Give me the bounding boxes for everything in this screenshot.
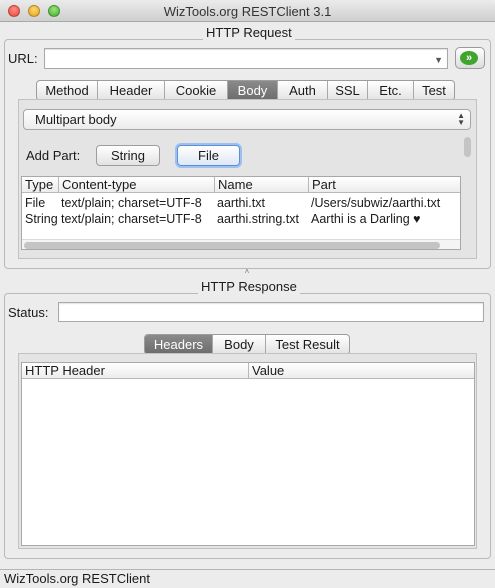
title-bar: WizTools.org RESTClient 3.1 [0,0,495,22]
tab-method[interactable]: Method [37,81,98,100]
add-file-part-button[interactable]: File [177,145,240,166]
status-bar: WizTools.org RESTClient [0,569,495,588]
tab-etc[interactable]: Etc. [368,81,414,100]
chevron-down-icon[interactable]: ▼ [434,55,443,65]
add-part-label: Add Part: [26,148,81,163]
url-combobox[interactable]: ▼ [44,48,448,69]
tab-test-result[interactable]: Test Result [266,335,349,354]
tab-ssl[interactable]: SSL [328,81,368,100]
request-tabs: Method Header Cookie Body Auth SSL Etc. … [36,80,455,101]
tab-body[interactable]: Body [228,81,278,100]
column-header-type[interactable]: Type [22,177,59,193]
column-header-value[interactable]: Value [249,363,474,379]
cell-name: aarthi.txt [217,196,265,210]
add-string-part-button[interactable]: String [96,145,160,166]
response-headers-table-header: HTTP Header Value [22,363,474,379]
up-down-arrows-icon: ▲ ▼ [457,111,465,127]
response-tabs: Headers Body Test Result [144,334,350,355]
scrollbar-thumb[interactable] [24,242,440,249]
url-input[interactable] [47,50,427,67]
column-header-part[interactable]: Part [309,177,460,193]
cell-name: aarthi.string.txt [217,212,299,226]
status-bar-text: WizTools.org RESTClient [4,571,150,586]
status-field [58,302,484,322]
tab-auth[interactable]: Auth [278,81,328,100]
body-type-value: Multipart body [35,112,117,127]
response-headers-table: HTTP Header Value [21,362,475,546]
cell-content-type: text/plain; charset=UTF-8 [61,196,202,210]
cell-type: File [25,196,46,210]
column-header-content-type[interactable]: Content-type [59,177,215,193]
column-header-http-header[interactable]: HTTP Header [22,363,249,379]
cell-part: /Users/subwiz/aarthi.txt [311,196,441,210]
tab-test[interactable]: Test [414,81,454,100]
tab-headers[interactable]: Headers [145,335,213,354]
cell-type: String [25,212,58,226]
cell-part: Aarthi is a Darling ♥ [311,212,421,226]
column-header-name[interactable]: Name [215,177,309,193]
status-label: Status: [8,305,49,320]
window-title: WizTools.org RESTClient 3.1 [163,4,332,19]
double-chevron-right-icon: » [460,51,478,65]
url-label: URL: [8,51,38,66]
scrollbar-thumb[interactable] [464,137,471,157]
tab-header[interactable]: Header [98,81,165,100]
cell-content-type: text/plain; charset=UTF-8 [61,212,202,226]
http-request-title: HTTP Request [203,25,295,40]
parts-horizontal-scrollbar[interactable] [22,239,460,249]
split-divider-grip-icon[interactable]: ˄ [243,268,251,276]
body-type-select[interactable]: Multipart body ▲ ▼ [23,109,471,130]
go-button[interactable]: » [455,47,485,69]
tab-cookie[interactable]: Cookie [165,81,228,100]
http-response-title: HTTP Response [198,279,300,294]
parts-vertical-scrollbar[interactable] [463,135,473,245]
parts-table-header: Type Content-type Name Part [22,177,460,193]
tab-response-body[interactable]: Body [213,335,266,354]
parts-table: Type Content-type Name Part File text/pl… [21,176,461,250]
